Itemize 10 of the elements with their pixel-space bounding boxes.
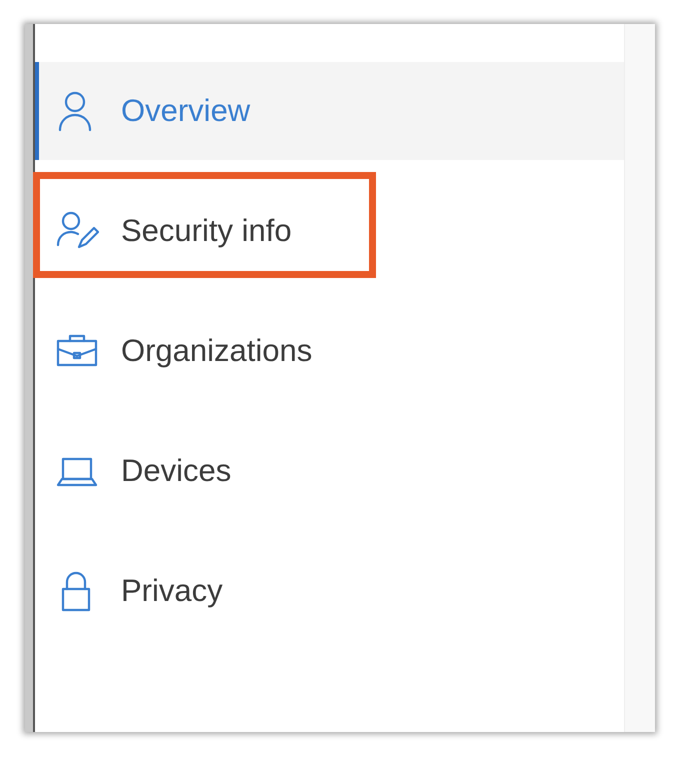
nav-label: Organizations — [121, 333, 312, 369]
nav-item[interactable]: Overview — [35, 62, 624, 160]
nav-label: Overview — [121, 93, 250, 129]
nav-item[interactable]: Organizations — [35, 302, 624, 400]
nav-item[interactable]: Devices — [35, 422, 624, 520]
nav-label: Privacy — [121, 573, 223, 609]
nav-item[interactable]: Security info — [35, 182, 624, 280]
nav-label: Security info — [121, 213, 292, 249]
nav-item[interactable]: Privacy — [35, 542, 624, 640]
nav-label: Devices — [121, 453, 232, 489]
